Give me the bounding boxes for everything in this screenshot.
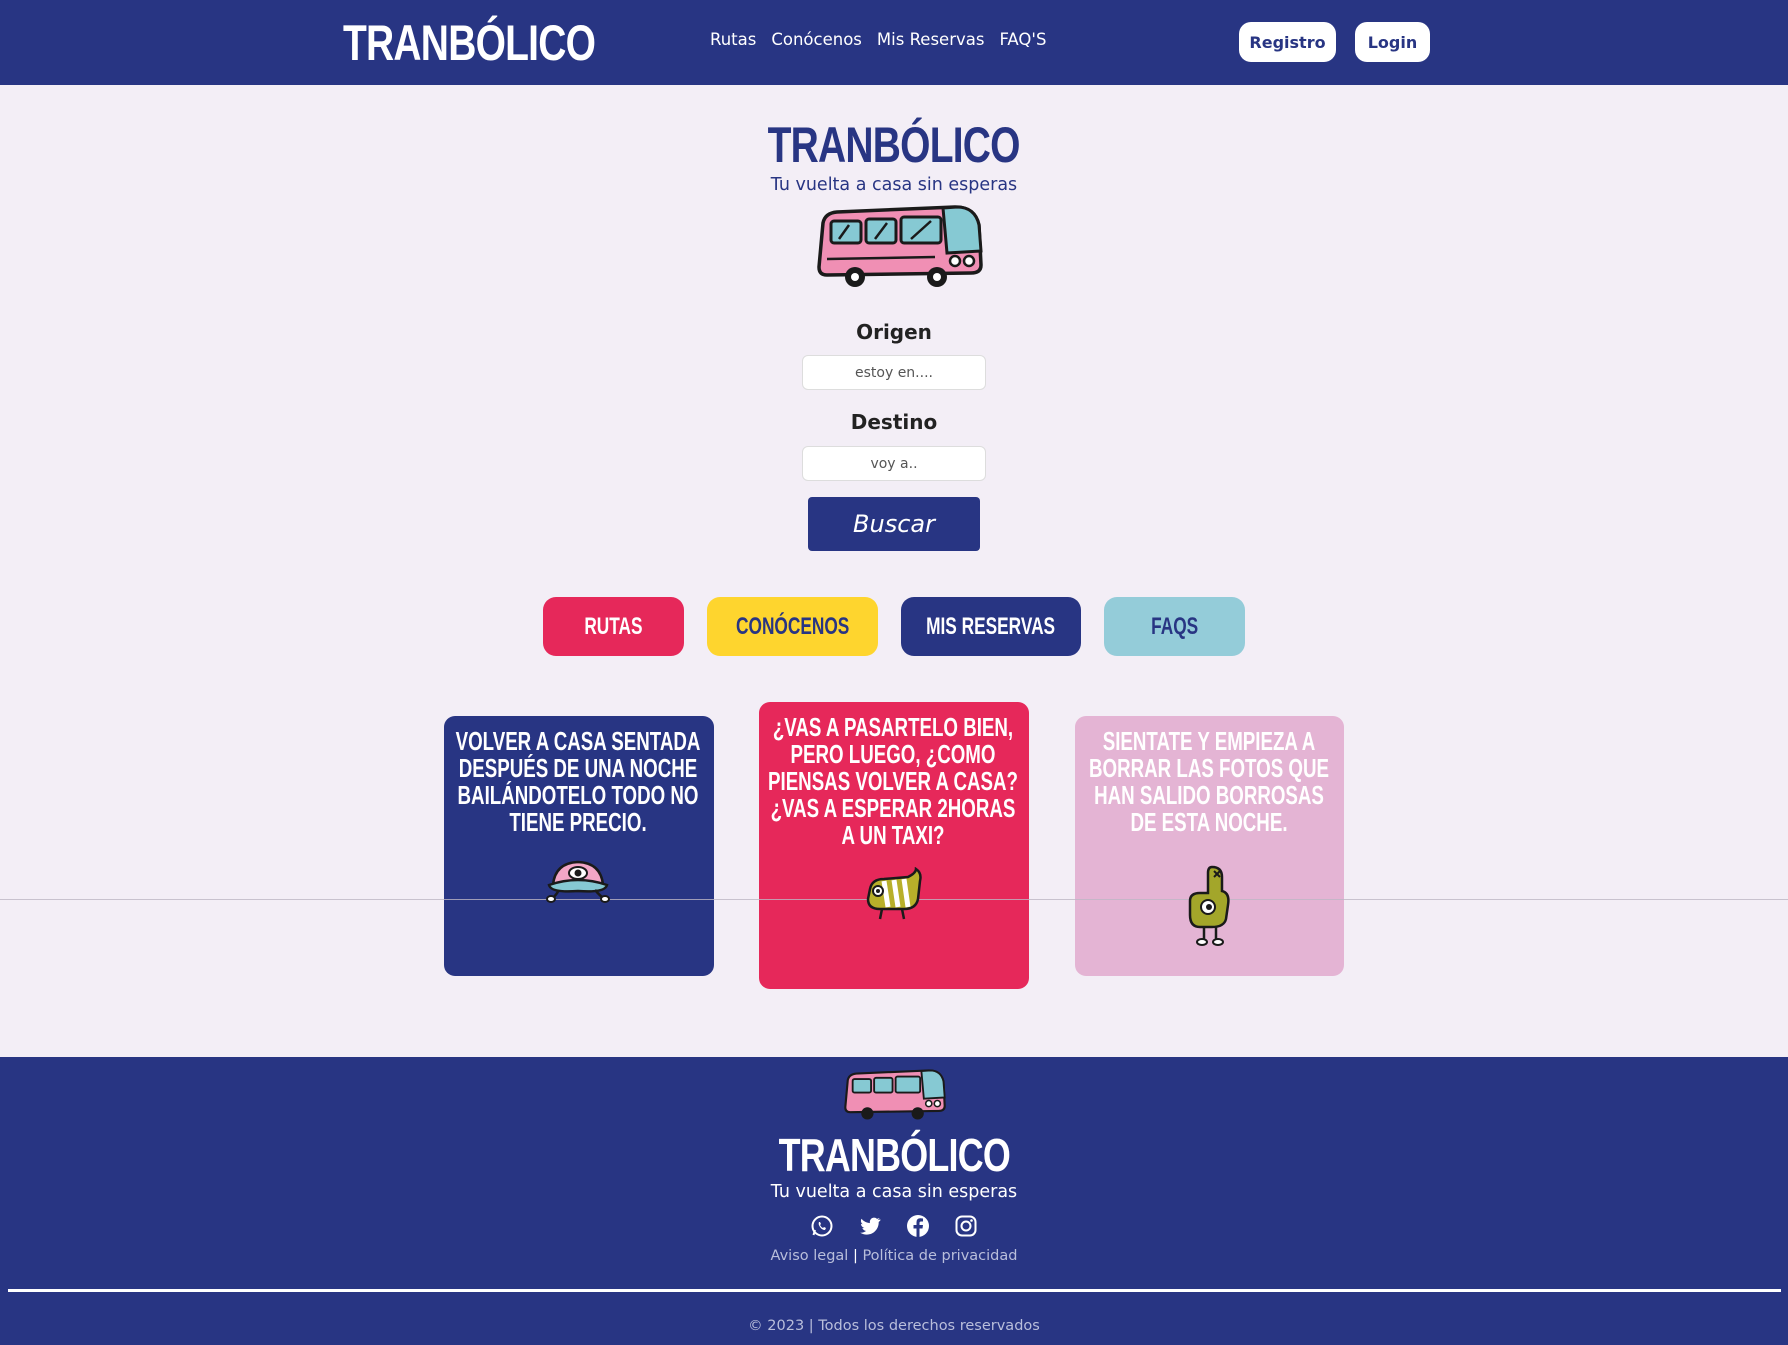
hero-tagline: Tu vuelta a casa sin esperas (770, 175, 1018, 195)
pill-faqs-button[interactable]: FAQS (1104, 597, 1245, 656)
bus-illustration (817, 205, 983, 287)
legal-links: Aviso legal | Política de privacidad (0, 1248, 1788, 1264)
nav-link-conocenos[interactable]: Conócenos (771, 30, 862, 49)
pill-mis-reservas-button[interactable]: MIS RESERVAS (901, 597, 1081, 656)
registro-button[interactable]: Registro (1239, 22, 1336, 62)
whatsapp-icon[interactable] (810, 1214, 834, 1238)
nav-link-rutas[interactable]: Rutas (710, 30, 756, 49)
info-card-1-text: Volver a casa sentada después de una noc… (455, 726, 701, 837)
instagram-icon[interactable] (954, 1214, 978, 1238)
destino-input[interactable] (802, 446, 986, 481)
pill-rutas-label: RUTAS (584, 612, 643, 640)
hero-logo-wrap: TRANBÓLICO (0, 118, 1788, 172)
info-card-2: ¿Vas a pasartelo bien, pero luego, ¿como… (759, 702, 1029, 989)
footer-logo-wrap: TRANBÓLICO (0, 1130, 1788, 1180)
nav-links: Rutas Conócenos Mis Reservas FAQ'S (710, 30, 1046, 49)
info-card-3-text: Sientate y empieza a borrar las fotos qu… (1089, 726, 1329, 837)
privacidad-link[interactable]: Política de privacidad (862, 1248, 1017, 1264)
nav-link-mis-reservas[interactable]: Mis Reservas (877, 30, 985, 49)
twitter-icon[interactable] (858, 1214, 882, 1238)
nav-logo[interactable]: TRANBÓLICO (343, 18, 596, 68)
social-links (810, 1214, 978, 1238)
legal-separator: | (852, 1248, 858, 1264)
footer-tagline: Tu vuelta a casa sin esperas (770, 1182, 1018, 1202)
pill-faqs-label: FAQS (1150, 612, 1199, 640)
footer-divider (8, 1289, 1781, 1292)
destino-label: Destino (850, 410, 938, 434)
pill-conocenos-label: CONÓCENOS (735, 612, 850, 640)
origen-label: Origen (856, 320, 932, 344)
pill-mis-reservas-label: MIS RESERVAS (926, 612, 1056, 640)
copyright-text: © 2023 | Todos los derechos reservados (748, 1318, 1040, 1334)
pill-rutas-button[interactable]: RUTAS (543, 597, 684, 656)
nav-link-faqs[interactable]: FAQ'S (999, 30, 1046, 49)
hero-logo: TRANBÓLICO (767, 117, 1021, 173)
origen-input[interactable] (802, 355, 986, 390)
thumbs-up-character-icon (1188, 865, 1230, 946)
buscar-button[interactable]: Buscar (808, 497, 980, 551)
jellyfish-character-icon (546, 860, 610, 903)
chameleon-character-icon (866, 867, 922, 920)
aviso-legal-link[interactable]: Aviso legal (771, 1248, 849, 1264)
footer-bus-illustration (844, 1069, 946, 1120)
footer-logo: TRANBÓLICO (778, 1129, 1010, 1181)
facebook-icon[interactable] (906, 1214, 930, 1238)
pill-conocenos-button[interactable]: CONÓCENOS (707, 597, 878, 656)
login-button[interactable]: Login (1355, 22, 1430, 62)
top-navbar: TRANBÓLICO Rutas Conócenos Mis Reservas … (0, 0, 1788, 85)
info-card-1: Volver a casa sentada después de una noc… (444, 716, 714, 976)
info-card-2-text: ¿Vas a pasartelo bien, pero luego, ¿como… (768, 712, 1018, 850)
